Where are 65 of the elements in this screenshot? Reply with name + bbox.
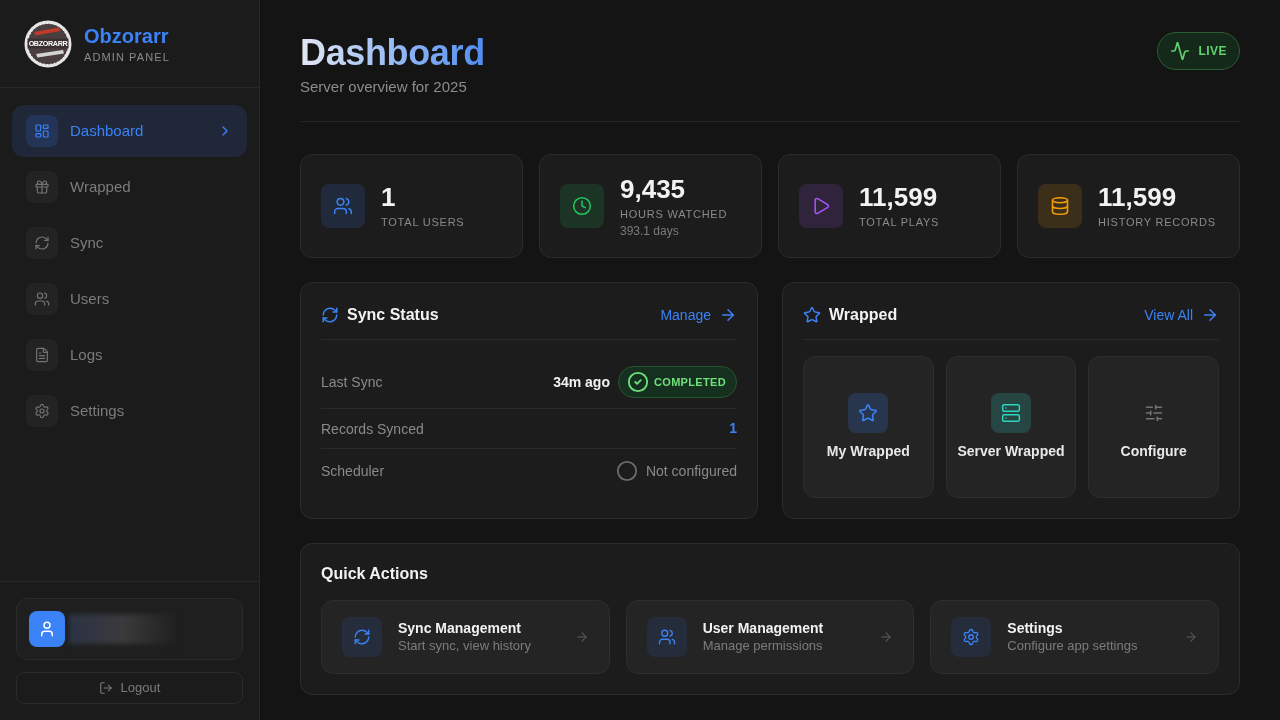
stat-value: 11,599 [859,182,939,212]
users-icon [26,283,58,315]
wrapped-tile[interactable]: Server Wrapped [945,356,1077,498]
sync-label: Scheduler [321,462,385,481]
nav-item[interactable]: Logs [12,329,247,381]
nav-item[interactable]: Settings [12,385,247,437]
wrapped-tile[interactable]: My Wrapped [803,356,934,498]
wrapped-tile[interactable]: Configure [1088,356,1219,498]
settings-icon [26,395,58,427]
stat-detail: 393.1 days [620,222,680,239]
arrow-right-icon [574,630,589,644]
stat-label: TOTAL USERS [381,215,465,230]
stat-value: 11,599 [1098,182,1178,212]
panel-title: Sync Status [347,305,439,325]
sync-label: Last Sync [321,373,383,392]
pulse-icon [1170,41,1191,61]
panel-title: Quick Actions [321,564,429,584]
refresh-icon [321,306,339,324]
stat-value: 1 [381,182,397,212]
nav-item[interactable]: Dashboard [12,105,247,157]
nav-item[interactable]: Users [12,273,247,325]
stat-label: HOURS WATCHED [620,206,728,222]
action-title: Settings [1007,619,1064,637]
live-label: LIVE [1198,43,1227,60]
arrow-right-icon [879,630,894,644]
panel-link[interactable]: Manage [660,304,737,326]
star-icon [803,306,821,324]
arrow-right-icon [1184,630,1198,644]
nav-item[interactable]: Sync [12,217,247,269]
action-title: User Management [702,619,825,637]
sync-value: 1 [729,419,737,438]
stat-label: HISTORY RECORDS [1098,215,1216,230]
action-subtitle: Manage permissions [702,637,824,655]
stat-value: 9,435 [620,173,687,204]
quick-action-card[interactable]: User Management Manage permissions [625,600,915,674]
quick-action-card[interactable]: Sync Management Start sync, view history [321,600,610,674]
stat-label: TOTAL PLAYS [859,215,940,230]
panel-link[interactable]: View All [1144,304,1219,326]
sync-value: Not configured [645,461,737,481]
document-icon [26,339,58,371]
logout-icon [98,681,113,695]
page-subtitle: Server overview for 2025 [300,77,468,97]
action-title: Sync Management [398,619,522,637]
grid-icon [26,115,58,147]
refresh-icon [342,617,382,657]
users-icon [646,617,687,657]
brand-name: Obzorarr [84,23,170,48]
refresh-icon [26,227,58,259]
sync-label: Records Synced [321,419,424,439]
quick-action-card[interactable]: Settings Configure app settings [930,600,1219,674]
action-subtitle: Configure app settings [1007,637,1139,655]
arrow-right-icon [719,306,737,324]
check-circle-icon [626,371,649,393]
sync-value: 34m ago [553,372,610,392]
settings-icon [951,617,992,657]
action-subtitle: Start sync, view history [398,637,532,655]
nav-item[interactable]: Wrapped [12,161,247,213]
user-icon [29,611,65,647]
logout-button[interactable]: Logout [16,672,243,704]
user-card[interactable] [16,598,243,660]
status-label: COMPLETED [653,374,726,390]
arrow-right-icon [1201,306,1219,324]
gift-icon [26,171,58,203]
brand-subtitle: ADMIN PANEL [84,49,170,64]
panel-title: Wrapped [829,305,898,325]
